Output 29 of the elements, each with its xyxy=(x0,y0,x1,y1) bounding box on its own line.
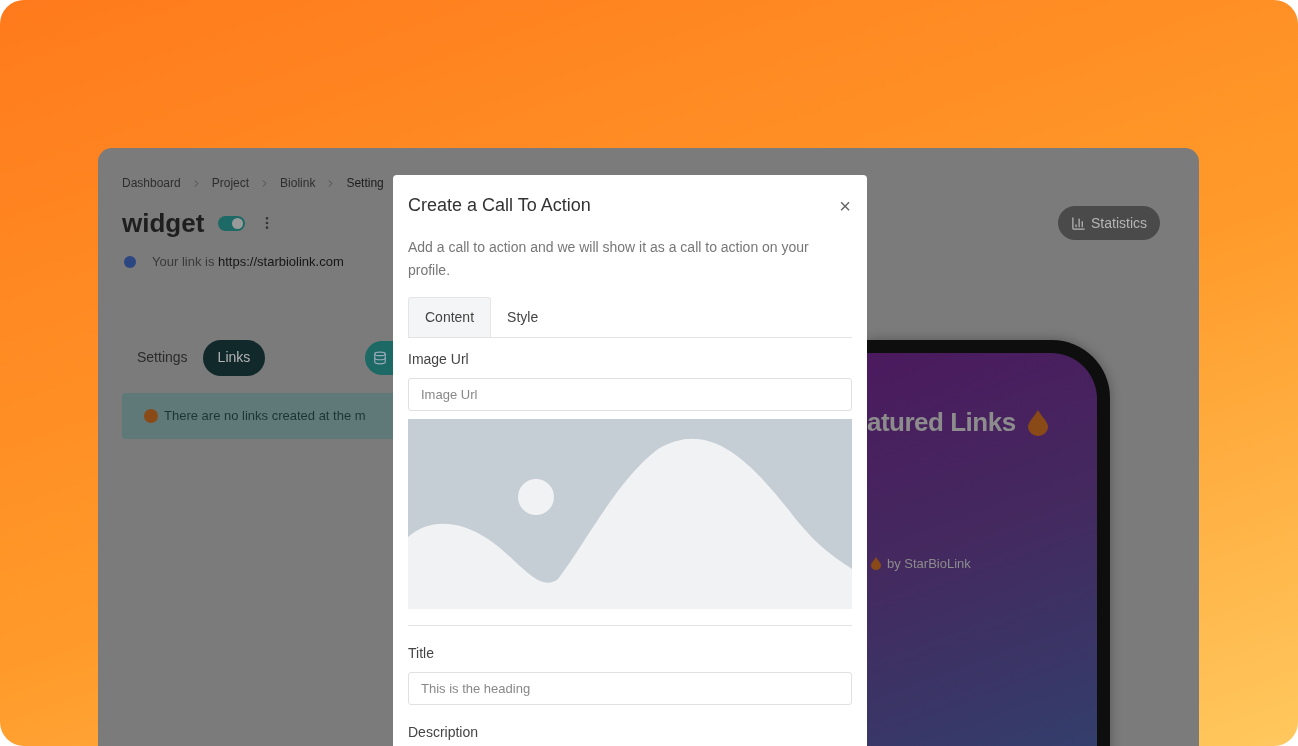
tab[interactable]: Content xyxy=(408,297,492,337)
page-title: widget xyxy=(122,210,205,236)
tab[interactable]: Settings xyxy=(122,339,203,376)
breadcrumb-link[interactable]: Project xyxy=(211,174,250,192)
input-field[interactable]: This is the heading xyxy=(408,672,852,705)
field-label: Description xyxy=(408,723,480,742)
link-text: Your link is https://starbiolink.com xyxy=(152,253,344,271)
bar-chart-icon xyxy=(1071,215,1086,231)
input-field[interactable]: Image Url xyxy=(408,378,852,411)
close-button[interactable]: × xyxy=(839,195,852,216)
breadcrumb-link[interactable]: Setting xyxy=(346,174,384,192)
modal-description: Add a call to action and we will show it as a call to action on your profile. xyxy=(408,238,810,280)
alert-text: There are no links created at the m xyxy=(164,406,366,425)
breadcrumb-link[interactable]: Biolink xyxy=(280,174,316,192)
field-label: Image Url xyxy=(408,350,470,369)
drop-icon xyxy=(871,557,881,571)
breadcrumb-link[interactable]: Dashboard xyxy=(122,174,181,192)
emoji-icon xyxy=(144,408,158,423)
database-icon xyxy=(373,350,387,365)
database-button[interactable] xyxy=(365,340,393,375)
statistics-button[interactable]: Statistics xyxy=(1058,206,1160,240)
drop-icon xyxy=(1027,409,1048,436)
tab[interactable]: Style xyxy=(491,297,555,337)
preview-footer: by StarBioLink xyxy=(887,554,971,574)
preview-heading: atured Links xyxy=(867,406,1016,439)
toggle-switch[interactable] xyxy=(218,215,246,231)
field-label: Title xyxy=(408,644,435,663)
tab[interactable]: Links xyxy=(202,339,266,376)
modal-title: Create a Call To Action xyxy=(408,194,591,217)
